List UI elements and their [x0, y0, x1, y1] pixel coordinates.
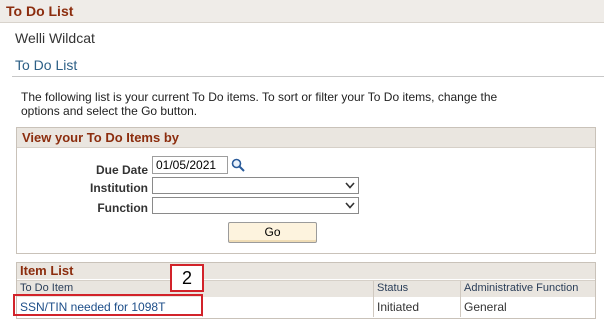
institution-select[interactable]: [152, 177, 359, 194]
lookup-search-icon[interactable]: [231, 158, 245, 172]
column-divider: [460, 281, 461, 297]
go-button[interactable]: Go: [228, 222, 317, 243]
column-header-admin-function[interactable]: Administrative Function: [464, 282, 578, 294]
filter-panel-title: View your To Do Items by: [17, 128, 595, 148]
column-divider: [373, 297, 374, 317]
highlight-annotation: [13, 294, 203, 316]
column-header-status[interactable]: Status: [377, 282, 408, 294]
function-label: Function: [97, 201, 148, 215]
chevron-down-icon: [345, 182, 355, 189]
filter-panel: View your To Do Items by Due Date Instit…: [16, 127, 596, 254]
institution-label: Institution: [90, 181, 148, 195]
step-callout: 2: [170, 264, 204, 292]
due-date-input[interactable]: [152, 156, 228, 174]
section-divider: [12, 76, 604, 77]
section-title: To Do List: [15, 57, 78, 73]
admin-function-cell: General: [464, 300, 507, 314]
instructions-text: The following list is your current To Do…: [21, 90, 498, 118]
chevron-down-icon: [345, 202, 355, 209]
column-header-todo-item[interactable]: To Do Item: [20, 282, 73, 294]
page-header: To Do List: [0, 0, 604, 23]
page-header-title: To Do List: [6, 3, 74, 19]
due-date-label: Due Date: [95, 163, 148, 177]
item-list-title: Item List: [17, 263, 595, 279]
function-select[interactable]: [152, 197, 359, 214]
column-divider: [373, 281, 374, 297]
status-cell: Initiated: [377, 300, 420, 314]
user-name: Welli Wildcat: [15, 30, 95, 46]
column-divider: [460, 297, 461, 317]
